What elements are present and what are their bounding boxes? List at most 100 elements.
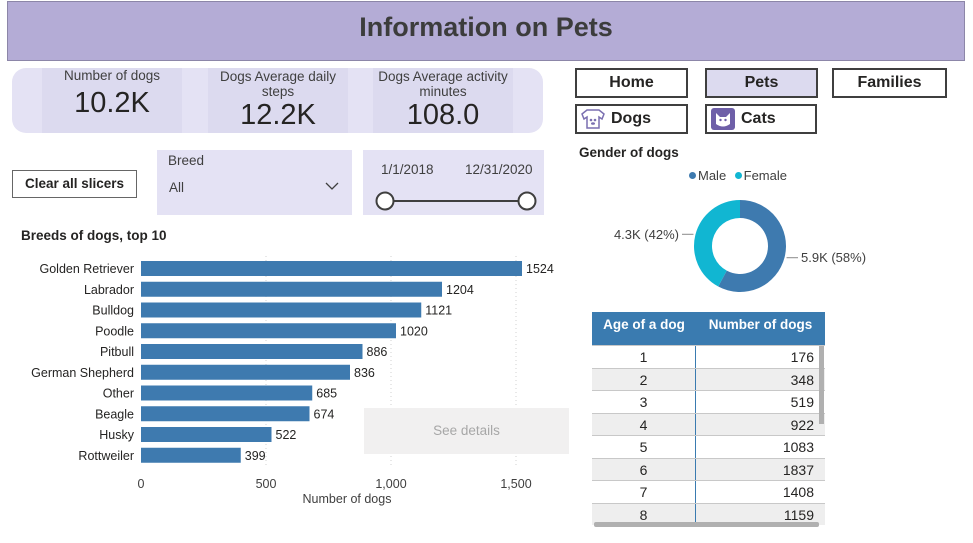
legend-label-female: Female xyxy=(743,168,787,183)
date-range-slider[interactable] xyxy=(363,188,544,214)
bar xyxy=(141,447,241,463)
breed-slicer-value[interactable]: All xyxy=(169,180,184,195)
table-cell-age: 4 xyxy=(592,413,696,435)
kpi-label: Number of dogs xyxy=(63,68,161,83)
data-label: 685 xyxy=(316,387,337,401)
kpi-label: Dogs Average daily steps xyxy=(219,69,337,99)
date-slicer-start: 1/1/2018 xyxy=(381,162,434,177)
gender-legend: Male Female xyxy=(689,167,787,185)
kpi-value: 108.0 xyxy=(406,99,480,131)
dogs-button[interactable]: Dogs xyxy=(575,104,688,134)
legend-item-male[interactable]: Male xyxy=(689,168,726,183)
bar xyxy=(141,281,442,297)
x-tick-label: 1,000 xyxy=(375,477,406,491)
data-label: 522 xyxy=(276,428,297,442)
x-tick-label: 1,500 xyxy=(500,477,531,491)
bar xyxy=(141,261,522,276)
table-cell-count: 1083 xyxy=(782,439,814,455)
table-cell-count: 1408 xyxy=(782,484,814,500)
table-row[interactable]: 1 176 xyxy=(592,345,825,368)
dog-icon xyxy=(579,107,607,131)
bar xyxy=(141,427,272,442)
bar xyxy=(141,406,310,422)
kpi-value: 10.2K xyxy=(74,87,150,119)
table-cell-age: 5 xyxy=(592,436,696,458)
date-slider-start-handle[interactable] xyxy=(375,191,395,211)
data-label: 1204 xyxy=(446,283,474,297)
see-details-button[interactable]: See details xyxy=(364,408,569,454)
table-cell-count: 1837 xyxy=(782,461,814,478)
data-label: 1020 xyxy=(400,324,428,338)
data-label: 836 xyxy=(354,366,375,380)
families-button[interactable]: Families xyxy=(832,68,947,98)
category-label: Bulldog xyxy=(92,304,134,318)
kpi-label: Dogs Average activity minutes xyxy=(378,69,508,99)
page-title: Information on Pets xyxy=(359,12,613,42)
gender-donut-chart: 5.9K (58%) 4.3K (42%) xyxy=(614,200,866,292)
bar xyxy=(141,323,396,339)
bar xyxy=(141,344,363,359)
table-row[interactable]: 6 1837 xyxy=(592,457,825,480)
slice-label[interactable]: 5.9K (58%) xyxy=(801,250,866,265)
kpi-card-number-of-dogs: Number of dogs 10.2K xyxy=(42,68,182,133)
bar xyxy=(141,364,350,380)
chevron-down-icon[interactable] xyxy=(325,181,339,191)
table-cell-count: 922 xyxy=(790,416,814,433)
category-label: Golden Retriever xyxy=(40,262,135,276)
clear-all-slicers-button[interactable]: Clear all slicers xyxy=(12,170,137,198)
category-label: Beagle xyxy=(95,407,134,421)
category-label: German Shepherd xyxy=(31,366,134,380)
age-table: Age of a dog Number of dogs 1 176 2 348 3 519… xyxy=(592,312,825,526)
table-row[interactable]: 7 1408 xyxy=(592,480,825,503)
data-label: 1121 xyxy=(425,304,452,318)
data-label: 399 xyxy=(245,449,266,463)
x-axis-title: Number of dogs xyxy=(303,492,392,506)
table-row[interactable]: 4 922 xyxy=(592,412,825,435)
legend-label-male: Male xyxy=(698,168,727,183)
kpi-value: 12.2K xyxy=(240,99,316,131)
table-cell-count: 348 xyxy=(790,371,814,388)
date-slider-end-handle[interactable] xyxy=(517,191,537,211)
breed-slicer[interactable]: Breed All xyxy=(157,150,352,215)
breeds-bar-chart: 0 500 1,000 1,500 Golden Retriever 1524 Labrad… xyxy=(31,256,554,506)
data-label: 1524 xyxy=(526,262,554,276)
date-slicer-end: 12/31/2020 xyxy=(465,162,533,177)
kpi-card-activity-minutes: Dogs Average activity minutes 108.0 xyxy=(373,68,513,133)
column-header-age[interactable]: Age of a dog xyxy=(592,312,696,345)
legend-dot-male xyxy=(689,172,696,179)
cats-button-label: Cats xyxy=(741,110,776,127)
category-label: Husky xyxy=(99,428,134,442)
category-label: Labrador xyxy=(84,283,134,297)
column-header-count[interactable]: Number of dogs xyxy=(696,312,825,345)
legend-item-female[interactable]: Female xyxy=(734,168,787,183)
x-tick-label: 0 xyxy=(138,477,145,491)
cats-button[interactable]: Cats xyxy=(705,104,817,134)
page-header: Information on Pets xyxy=(7,1,965,61)
table-row[interactable]: 2 348 xyxy=(592,367,825,390)
gender-chart-title: Gender of dogs xyxy=(579,145,679,160)
table-cell-age: 6 xyxy=(592,458,696,480)
cat-icon xyxy=(709,107,737,131)
bar xyxy=(141,302,422,318)
table-vertical-scrollbar[interactable] xyxy=(819,346,824,424)
data-label: 674 xyxy=(314,407,335,421)
table-cell-age: 3 xyxy=(592,391,696,413)
table-horizontal-scrollbar[interactable] xyxy=(594,522,819,527)
category-label: Pitbull xyxy=(100,345,134,359)
x-tick-label: 500 xyxy=(256,477,277,491)
home-button[interactable]: Home xyxy=(575,68,688,98)
dogs-button-label: Dogs xyxy=(611,110,651,127)
slice-label[interactable]: 4.3K (42%) xyxy=(614,227,679,242)
table-cell-age: 7 xyxy=(592,481,696,503)
table-cell-age: 2 xyxy=(592,368,696,390)
date-slicer[interactable]: 1/1/2018 12/31/2020 xyxy=(363,150,544,215)
legend-dot-female xyxy=(734,172,742,179)
breed-slicer-title: Breed xyxy=(168,153,205,168)
table-row[interactable]: 3 519 xyxy=(592,390,825,413)
table-header: Age of a dog Number of dogs xyxy=(592,312,825,345)
table-row[interactable]: 5 1083 xyxy=(592,435,825,458)
breeds-chart-title: Breeds of dogs, top 10 xyxy=(21,228,167,243)
category-label: Rottweiler xyxy=(78,449,134,463)
category-label: Other xyxy=(103,387,134,401)
pets-button[interactable]: Pets xyxy=(705,68,818,98)
